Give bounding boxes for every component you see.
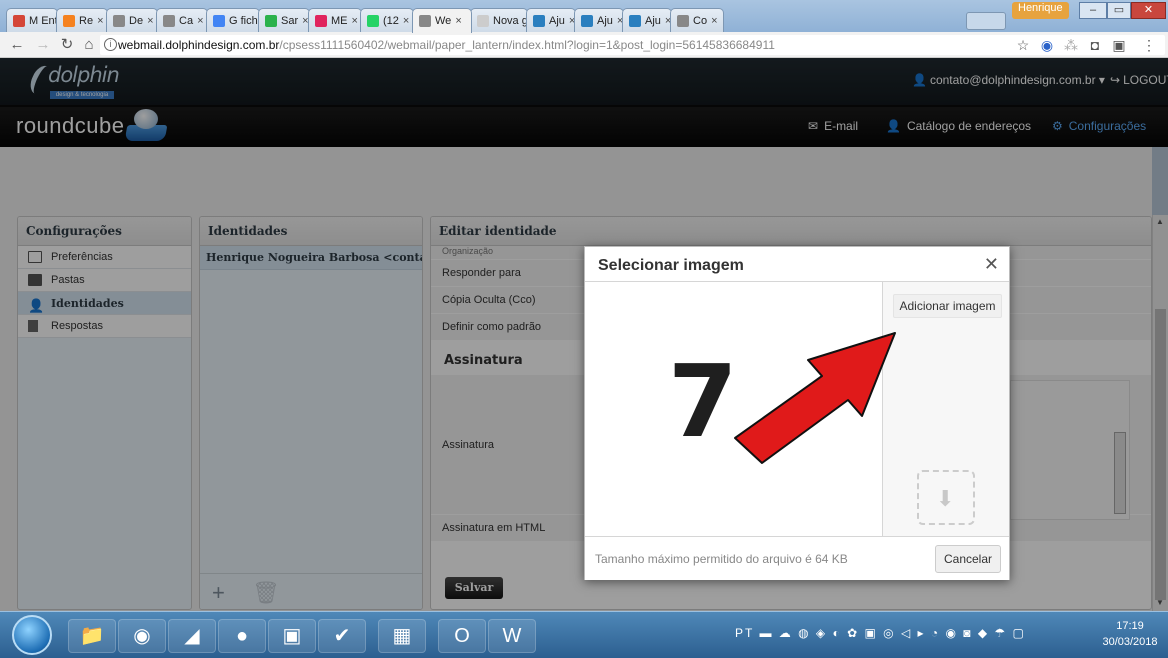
- taskbar-clock[interactable]: 17:19 30/03/2018: [1100, 618, 1160, 650]
- browser-tab[interactable]: We ×: [412, 8, 472, 33]
- tab-label: G fich: [229, 14, 258, 27]
- cast-icon[interactable]: ▣: [1110, 36, 1128, 54]
- tab-favicon-icon: [367, 14, 379, 27]
- windows-taskbar: 📁 ◉ ◢ ● ▣ ✔ ▦ O W PT ▬ ☁ ◍ ◈ ◐ ✿ ▣ ◎ ◁ ▸…: [0, 611, 1168, 658]
- bookmark-star-icon[interactable]: ☆: [1014, 36, 1032, 54]
- tab-favicon-icon: [213, 14, 225, 27]
- extension-grid-icon[interactable]: ⁂: [1062, 36, 1080, 54]
- extension-icon[interactable]: ◉: [1038, 36, 1056, 54]
- tab-close-icon[interactable]: ×: [197, 15, 203, 27]
- signature-editor-remnant: [1010, 380, 1130, 520]
- tab-close-icon[interactable]: ×: [403, 15, 409, 27]
- browser-tab[interactable]: Ca ×: [156, 8, 208, 32]
- dialog-close-icon[interactable]: ✕: [984, 254, 999, 275]
- browser-tab[interactable]: De ×: [106, 8, 158, 32]
- taskbar-app-icon[interactable]: ◢: [168, 619, 216, 653]
- back-icon[interactable]: ←: [8, 36, 26, 54]
- tab-label: Re: [79, 14, 94, 27]
- tab-favicon-icon: [315, 14, 327, 27]
- browser-profile-button[interactable]: Henrique: [1012, 2, 1069, 19]
- tab-favicon-icon: [113, 14, 125, 27]
- url-host: webmail.dolphindesign.com.br: [118, 38, 280, 52]
- camera-icon[interactable]: ◘: [1086, 36, 1104, 54]
- tab-label: De: [129, 14, 144, 27]
- reload-icon[interactable]: ↻: [58, 36, 76, 54]
- url-path: /cpsess1111560402/webmail/paper_lantern/…: [279, 38, 775, 52]
- tab-label: We: [435, 15, 452, 27]
- language-indicator[interactable]: PT: [735, 626, 754, 640]
- taskbar-explorer-icon[interactable]: 📁: [68, 619, 116, 653]
- browser-toolbar: ← → ↻ ⌂ i webmail.dolphindesign.com.br/c…: [0, 32, 1168, 58]
- site-info-icon[interactable]: i: [104, 38, 117, 51]
- tab-favicon-icon: [629, 14, 641, 27]
- browser-tab[interactable]: ME ×: [308, 8, 362, 32]
- tab-favicon-icon: [63, 14, 75, 27]
- taskbar-chrome-icon[interactable]: ◉: [118, 619, 166, 653]
- window-close-button[interactable]: ✕: [1131, 2, 1166, 19]
- tab-favicon-icon: [533, 14, 545, 27]
- browser-tab[interactable]: Aju ×: [574, 8, 624, 32]
- browser-tab-strip: M Ent×Re×De×Ca×G fich×Sar×ME×(12×We×Nova…: [0, 0, 1168, 33]
- tab-label: Ca: [179, 14, 194, 27]
- tab-label: M Ent: [29, 14, 58, 27]
- home-icon[interactable]: ⌂: [80, 36, 98, 54]
- tab-close-icon[interactable]: ×: [97, 15, 103, 27]
- taskbar-app-icon[interactable]: ●: [218, 619, 266, 653]
- browser-tab[interactable]: M Ent×: [6, 8, 58, 32]
- step-number-annotation: 7: [668, 343, 738, 460]
- browser-tab[interactable]: Aju ×: [526, 8, 576, 32]
- tab-close-icon[interactable]: ×: [455, 15, 461, 27]
- tab-label: Co: [693, 14, 708, 27]
- minimize-button[interactable]: –: [1079, 2, 1107, 19]
- tab-close-icon[interactable]: ×: [711, 15, 717, 27]
- taskbar-opera-icon[interactable]: O: [438, 619, 486, 653]
- browser-tab[interactable]: (12 ×: [360, 8, 414, 32]
- new-tab-button[interactable]: [966, 12, 1006, 30]
- tab-favicon-icon: [163, 14, 175, 27]
- tab-label: Sar: [281, 14, 299, 27]
- taskbar-app-icon[interactable]: ✔: [318, 619, 366, 653]
- taskbar-word-icon[interactable]: W: [488, 619, 536, 653]
- dialog-title: Selecionar imagem: [598, 257, 744, 274]
- browser-tab[interactable]: Aju ×: [622, 8, 672, 32]
- tab-label: Aju: [549, 14, 565, 27]
- taskbar-calculator-icon[interactable]: ▦: [378, 619, 426, 653]
- tab-favicon-icon: [677, 14, 689, 27]
- tab-favicon-icon: [419, 15, 431, 27]
- browser-tab[interactable]: Co ×: [670, 8, 724, 32]
- clock-time: 17:19: [1116, 620, 1144, 632]
- tab-label: ME: [331, 14, 348, 27]
- red-arrow-annotation: [734, 332, 896, 464]
- browser-tab[interactable]: G fich×: [206, 8, 260, 32]
- maximize-button[interactable]: ▭: [1107, 2, 1131, 19]
- dialog-footer: Tamanho máximo permitido do arquivo é 64…: [585, 536, 1009, 580]
- clock-date: 30/03/2018: [1102, 636, 1158, 648]
- tab-label: Aju: [645, 14, 661, 27]
- download-arrow-icon: ⬇: [936, 486, 955, 511]
- browser-tab[interactable]: Sar ×: [258, 8, 310, 32]
- tab-label: (12: [383, 14, 399, 27]
- max-size-note: Tamanho máximo permitido do arquivo é 64…: [595, 552, 848, 566]
- start-button[interactable]: [12, 615, 52, 655]
- forward-icon[interactable]: →: [34, 36, 52, 54]
- browser-tab[interactable]: Re ×: [56, 8, 108, 32]
- tab-close-icon[interactable]: ×: [352, 15, 358, 27]
- address-bar[interactable]: i webmail.dolphindesign.com.br/cpsess111…: [100, 35, 1165, 55]
- tab-favicon-icon: [477, 14, 489, 27]
- taskbar-app-icon[interactable]: ▣: [268, 619, 316, 653]
- cancel-button[interactable]: Cancelar: [935, 545, 1001, 573]
- tab-favicon-icon: [13, 14, 25, 27]
- tab-close-icon[interactable]: ×: [147, 15, 153, 27]
- tab-label: Nova g: [493, 14, 528, 27]
- system-tray: PT ▬ ☁ ◍ ◈ ◐ ✿ ▣ ◎ ◁ ▸ ◔ ◉ ◙ ◆ ☂ ▢: [735, 626, 1026, 640]
- tab-favicon-icon: [265, 14, 277, 27]
- add-image-button[interactable]: Adicionar imagem: [893, 294, 1002, 318]
- drop-zone[interactable]: ⬇: [917, 470, 975, 525]
- tab-favicon-icon: [581, 14, 593, 27]
- menu-icon[interactable]: ⋮: [1140, 36, 1158, 54]
- browser-tab[interactable]: Nova g×: [470, 8, 528, 32]
- tab-label: Aju: [597, 14, 613, 27]
